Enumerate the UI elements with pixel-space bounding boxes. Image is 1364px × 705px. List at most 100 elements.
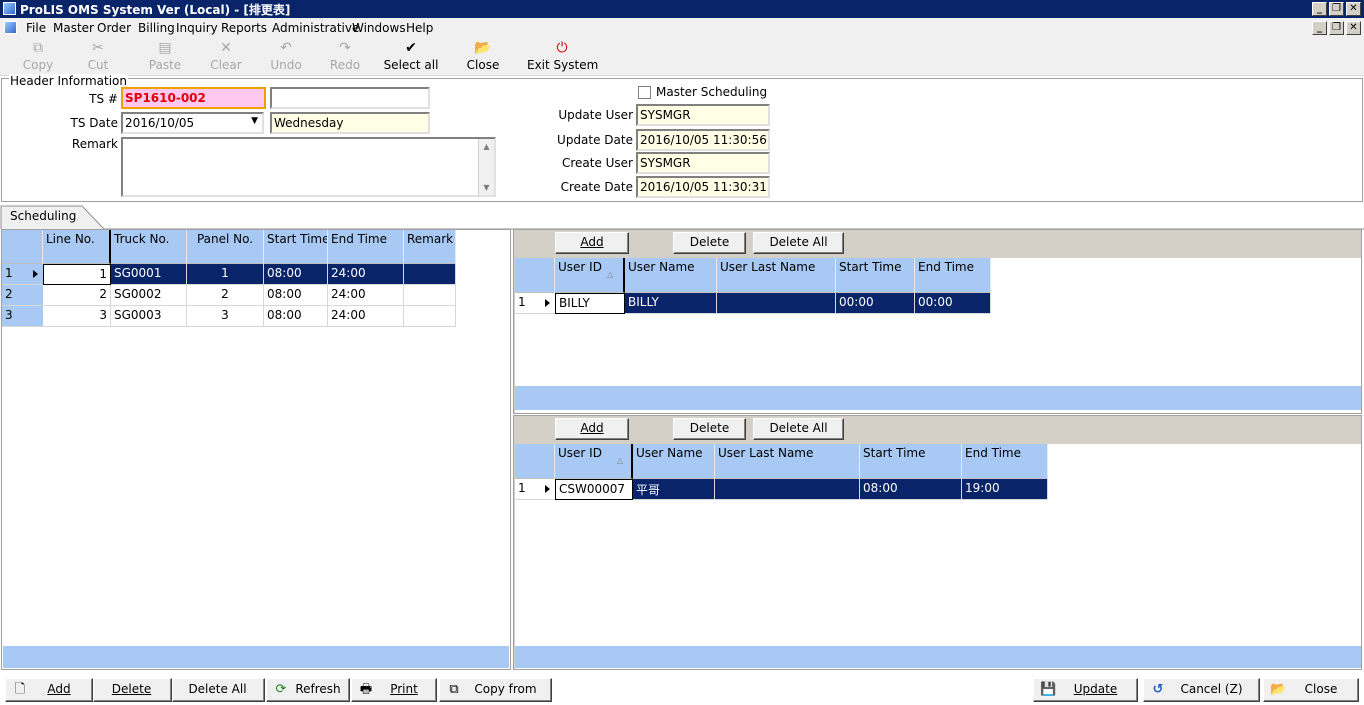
cell-user-name[interactable]: 平哥 — [633, 479, 715, 500]
cell-panel-no[interactable]: 1 — [187, 264, 264, 285]
power-icon: ⏻ — [556, 40, 568, 56]
menu-reports[interactable]: Reports — [221, 21, 267, 35]
col-start-time[interactable]: Start Time — [836, 258, 915, 293]
cell-user-id[interactable]: BILLY — [555, 293, 625, 314]
panel2-delete-button[interactable]: Delete — [673, 418, 746, 440]
cell-user-last-name[interactable] — [717, 293, 836, 314]
remark-scrollbar[interactable]: ▲ ▼ — [478, 139, 494, 195]
cell-panel-no[interactable]: 2 — [187, 285, 264, 306]
cell-user-last-name[interactable] — [715, 479, 860, 500]
menu-file[interactable]: File — [26, 21, 46, 35]
cell-line-no[interactable]: 1 — [43, 264, 111, 285]
cell-truck-no[interactable]: SG0001 — [111, 264, 187, 285]
paste-button[interactable]: ▤ Paste — [145, 38, 185, 76]
menu-billing[interactable]: Billing — [138, 21, 175, 35]
col-truck-no[interactable]: Truck No. — [111, 230, 187, 264]
cell-end-time[interactable]: 19:00 — [962, 479, 1048, 500]
row-indicator: 2 — [2, 285, 43, 306]
update-button[interactable]: 💾 Update — [1033, 678, 1138, 702]
child-close-icon[interactable]: ✕ — [1346, 21, 1361, 35]
copy-button[interactable]: ⧉ Copy — [18, 38, 58, 76]
panel2-delete-all-button[interactable]: Delete All — [753, 418, 844, 440]
table-row[interactable]: 2 2 SG0002 2 08:00 24:00 — [2, 285, 456, 306]
select-all-button[interactable]: ✔ Select all — [383, 38, 439, 76]
panel1-add-button[interactable]: Add — [555, 232, 629, 254]
menu-master[interactable]: Master — [53, 21, 94, 35]
menu-administrative[interactable]: Administrative — [272, 21, 359, 35]
cell-start-time[interactable]: 08:00 — [264, 306, 328, 327]
close-icon[interactable]: ✕ — [1346, 2, 1361, 16]
cell-end-time[interactable]: 24:00 — [328, 264, 404, 285]
col-end-time[interactable]: End Time — [962, 444, 1048, 479]
cell-truck-no[interactable]: SG0003 — [111, 306, 187, 327]
master-scheduling-checkbox[interactable] — [638, 86, 651, 99]
menu-inquiry[interactable]: Inquiry — [176, 21, 218, 35]
cell-user-name[interactable]: BILLY — [625, 293, 717, 314]
cell-end-time[interactable]: 00:00 — [915, 293, 991, 314]
cell-remark[interactable] — [404, 264, 456, 285]
exit-system-button[interactable]: ⏻ Exit System — [527, 38, 598, 76]
col-user-id[interactable]: User ID △ — [555, 444, 633, 479]
col-start-time[interactable]: Start Time — [860, 444, 962, 479]
cancel-button[interactable]: ↺ Cancel (Z) — [1143, 678, 1260, 702]
bottom-add-button[interactable]: 🗋 Add — [5, 678, 93, 702]
menu-windows[interactable]: Windows — [352, 21, 406, 35]
undo-button[interactable]: ↶ Undo — [266, 38, 306, 76]
col-user-id[interactable]: User ID △ — [555, 258, 625, 293]
cell-start-time[interactable]: 00:00 — [836, 293, 915, 314]
tab-scheduling[interactable]: Scheduling — [10, 209, 76, 223]
col-start-time[interactable]: Start Time — [264, 230, 328, 264]
cell-end-time[interactable]: 24:00 — [328, 306, 404, 327]
ts-number-field[interactable]: SP1610-002 — [121, 87, 266, 109]
col-user-name[interactable]: User Name — [625, 258, 717, 293]
cell-user-id[interactable]: CSW00007 — [555, 479, 633, 500]
cell-end-time[interactable]: 24:00 — [328, 285, 404, 306]
cell-line-no[interactable]: 3 — [43, 306, 111, 327]
ts-extra-field[interactable] — [270, 87, 430, 109]
cell-truck-no[interactable]: SG0002 — [111, 285, 187, 306]
copy-from-button[interactable]: ⧉ Copy from — [439, 678, 552, 702]
toolbar-close-button[interactable]: 📂 Close — [462, 38, 504, 76]
col-user-last-name[interactable]: User Last Name — [715, 444, 860, 479]
bottom-delete-all-button[interactable]: Delete All — [172, 678, 265, 702]
redo-button[interactable]: ↷ Redo — [325, 38, 365, 76]
cell-remark[interactable] — [404, 306, 456, 327]
table-row[interactable]: 3 3 SG0003 3 08:00 24:00 — [2, 306, 456, 327]
minimize-icon[interactable]: _ — [1312, 2, 1327, 16]
table-row[interactable]: 1 BILLY BILLY 00:00 00:00 — [515, 293, 991, 314]
row-header-corner — [515, 258, 555, 293]
bottom-close-button[interactable]: 📂 Close — [1263, 678, 1359, 702]
menu-order[interactable]: Order — [97, 21, 131, 35]
clear-button[interactable]: ✕ Clear — [206, 38, 246, 76]
scroll-up-icon[interactable]: ▲ — [480, 140, 493, 153]
panel2-add-button[interactable]: Add — [555, 418, 629, 440]
cell-start-time[interactable]: 08:00 — [264, 264, 328, 285]
col-remark[interactable]: Remark — [404, 230, 456, 264]
child-restore-icon[interactable]: ❐ — [1329, 21, 1344, 35]
col-end-time[interactable]: End Time — [915, 258, 991, 293]
print-button[interactable]: 🖶 Print — [351, 678, 437, 702]
refresh-button[interactable]: ⟳ Refresh — [266, 678, 350, 702]
bottom-delete-button[interactable]: Delete — [93, 678, 172, 702]
col-end-time[interactable]: End Time — [328, 230, 404, 264]
col-user-last-name[interactable]: User Last Name — [717, 258, 836, 293]
col-panel-no[interactable]: Panel No. — [187, 230, 264, 264]
col-user-name[interactable]: User Name — [633, 444, 715, 479]
panel1-delete-all-button[interactable]: Delete All — [753, 232, 844, 254]
child-minimize-icon[interactable]: _ — [1312, 21, 1327, 35]
table-row[interactable]: 1 1 SG0001 1 08:00 24:00 — [2, 264, 456, 285]
cell-remark[interactable] — [404, 285, 456, 306]
scroll-down-icon[interactable]: ▼ — [480, 181, 493, 194]
cell-start-time[interactable]: 08:00 — [860, 479, 962, 500]
cell-panel-no[interactable]: 3 — [187, 306, 264, 327]
cut-button[interactable]: ✂ Cut — [80, 38, 116, 76]
col-line-no[interactable]: Line No. — [43, 230, 111, 264]
cell-line-no[interactable]: 2 — [43, 285, 111, 306]
restore-icon[interactable]: ❐ — [1329, 2, 1344, 16]
menu-help[interactable]: Help — [406, 21, 433, 35]
cell-start-time[interactable]: 08:00 — [264, 285, 328, 306]
panel1-delete-button[interactable]: Delete — [673, 232, 746, 254]
remark-textarea[interactable]: ▲ ▼ — [121, 137, 496, 197]
table-row[interactable]: 1 CSW00007 平哥 08:00 19:00 — [515, 479, 1048, 500]
ts-date-select[interactable]: 2016/10/05 ▼ — [121, 112, 264, 134]
